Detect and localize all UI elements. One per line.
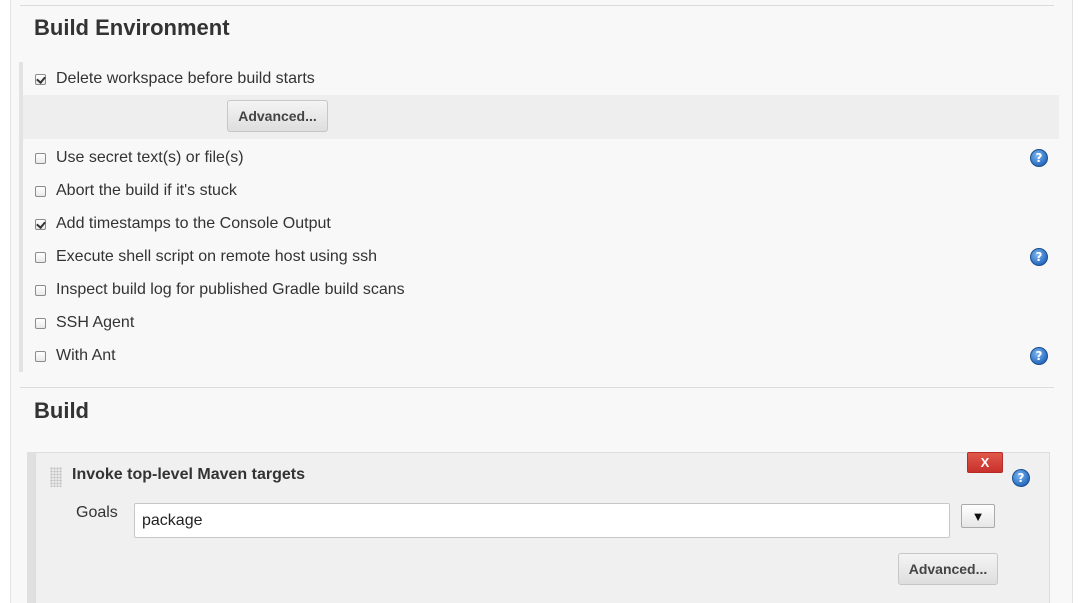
drag-handle-icon[interactable] (50, 467, 62, 487)
option-label: Add timestamps to the Console Output (56, 215, 331, 232)
help-icon[interactable]: ? (1030, 149, 1048, 167)
help-icon[interactable]: ? (1012, 469, 1030, 487)
option-delete-workspace[interactable]: Delete workspace before build starts (33, 68, 315, 90)
option-gradle-build-scans[interactable]: Inspect build log for published Gradle b… (33, 279, 405, 301)
maven-advanced-button[interactable]: Advanced... (898, 553, 998, 585)
goals-label: Goals (76, 504, 118, 521)
abort-stuck-checkbox[interactable] (35, 185, 46, 197)
option-ssh-shell-script[interactable]: Execute shell script on remote host usin… (33, 246, 377, 268)
section-divider (20, 387, 1054, 388)
build-environment-title: Build Environment (34, 15, 230, 40)
delete-workspace-checkbox[interactable] (35, 73, 46, 85)
option-label: Execute shell script on remote host usin… (56, 248, 378, 265)
option-ssh-agent[interactable]: SSH Agent (33, 312, 134, 334)
ssh-shell-script-checkbox[interactable] (35, 251, 46, 263)
option-label: Use secret text(s) or file(s) (56, 149, 244, 166)
delete-workspace-advanced-button[interactable]: Advanced... (227, 100, 328, 132)
section-divider (20, 5, 1054, 6)
option-abort-stuck[interactable]: Abort the build if it's stuck (33, 180, 237, 202)
secret-text-checkbox[interactable] (35, 152, 46, 164)
expand-goals-icon[interactable]: ▼ (961, 504, 995, 528)
help-icon[interactable]: ? (1030, 248, 1048, 266)
option-label: Delete workspace before build starts (56, 70, 315, 87)
ssh-agent-checkbox[interactable] (35, 317, 46, 329)
help-icon[interactable]: ? (1030, 347, 1048, 365)
build-step-title: Invoke top-level Maven targets (72, 466, 305, 483)
option-label: Inspect build log for published Gradle b… (56, 281, 405, 298)
delete-step-button[interactable]: X (967, 452, 1003, 473)
option-with-ant[interactable]: With Ant (33, 345, 116, 367)
build-step-bar (27, 452, 35, 603)
option-secret-text[interactable]: Use secret text(s) or file(s) (33, 147, 244, 169)
option-label: Abort the build if it's stuck (56, 182, 237, 199)
jenkins-job-config-page: Build Environment Delete workspace befor… (0, 0, 1087, 603)
with-ant-checkbox[interactable] (35, 350, 46, 362)
option-add-timestamps[interactable]: Add timestamps to the Console Output (33, 213, 331, 235)
build-title: Build (34, 398, 89, 423)
option-label: With Ant (56, 347, 116, 364)
option-label: SSH Agent (56, 314, 135, 331)
goals-input[interactable] (134, 503, 950, 538)
gradle-build-scans-checkbox[interactable] (35, 284, 46, 296)
add-timestamps-checkbox[interactable] (35, 218, 46, 230)
delete-workspace-advanced-row (23, 95, 1059, 139)
